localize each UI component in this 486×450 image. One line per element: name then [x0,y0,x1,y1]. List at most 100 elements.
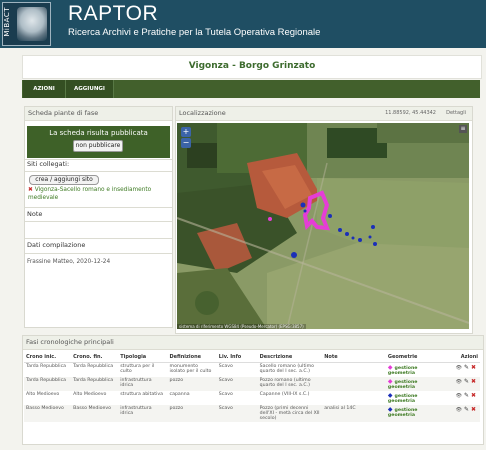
table-header-row: Crono inic. Crono. fin. Tipologia Defini… [24,351,480,363]
cell-note [322,377,386,391]
mibact-logo: MiBACT [2,2,51,46]
geometry-marker-icon: ◆ [387,392,393,399]
col-azioni: Azioni [446,351,480,363]
cell-liv-info: Scavo [216,405,258,422]
cell-descrizione: Capanne (VIII-IX s.C.) [259,392,310,397]
edit-icon[interactable]: ✎ [464,392,469,399]
geometry-marker-icon: ◆ [387,378,393,385]
app-title: RAPTOR [68,2,159,25]
cell-crono-ini: Alto Medioevo [26,392,60,397]
phases-table: Crono inic. Crono. fin. Tipologia Defini… [24,351,480,422]
map-view[interactable]: + − ≡ sistema di riferimento WGS84 (Pseu… [177,123,469,329]
col-crono-fin: Crono. fin. [71,351,119,363]
scheda-panel-title: Scheda piante di fase [25,107,172,121]
delete-icon[interactable]: ✖ [471,392,476,399]
geometry-marker-icon: ◆ [387,364,393,371]
azioni-menu[interactable]: AZIONI [23,80,66,98]
cell-descrizione: Pozzo (primi decenni dell'XI - metà circ… [257,405,323,422]
cell-definizione: pozzo [167,377,217,391]
view-icon[interactable]: 👁 [456,379,462,385]
cell-azioni: 👁 ✎ ✖ [446,377,480,391]
cell-tipologia: struttura per il culto [120,364,155,374]
cell-tipologia: struttura abitativa [120,392,163,397]
aerial-image [177,123,469,329]
emblem-icon [17,7,47,41]
phases-title: Fasi cronologiche principali [23,336,483,350]
zoom-out-button[interactable]: − [181,138,191,148]
cell-liv-info: Scavo [216,377,258,391]
cell-crono-ini: Tarda Repubblica [24,377,72,391]
delete-icon[interactable]: ✖ [471,406,476,413]
layer-menu-icon[interactable]: ≡ [459,125,467,133]
cell-note [322,363,386,378]
col-definizione: Definizione [167,351,217,363]
cell-note [322,391,386,405]
view-icon[interactable]: 👁 [456,407,462,413]
edit-icon[interactable]: ✎ [464,364,469,371]
divider [25,171,172,172]
cell-descrizione: Pozzo romano (ultimo quarto del I sec. a… [257,377,323,391]
map-details-link[interactable]: Dettagli [446,107,466,120]
unpublish-button[interactable]: non pubblicare [73,140,123,152]
published-text: La scheda risulta pubblicata [49,129,148,137]
cell-definizione: monumento isolato per il culto [169,364,212,374]
divider [25,207,172,208]
add-site-button[interactable]: crea / aggiungi sito [29,175,99,185]
col-liv-info: Liv. Info [216,351,258,363]
edit-icon[interactable]: ✎ [464,406,469,413]
cell-definizione: capanna [169,392,190,397]
cell-descrizione: Sacello romano (ultimo quarto del I sec.… [259,364,315,374]
divider [25,238,172,239]
zoom-in-button[interactable]: + [181,127,191,137]
cell-crono-fin: Basso Medioevo [71,405,119,422]
cell-definizione: pozzo [167,405,217,422]
cell-geometria: ◆ gestione geometria [385,405,447,422]
page-title-bar: Vigonza - Borgo Grinzato [22,55,482,79]
delete-icon[interactable]: ✖ [471,364,476,371]
linked-site-link[interactable]: Vigonza-Sacello romano e insediamento me… [28,187,151,201]
cell-geometria: ◆ gestione geometria [385,377,447,391]
cell-azioni: 👁 ✎ ✖ [447,391,480,405]
linked-sites-title: Siti collegati: [27,160,70,168]
table-row: Basso Medioevo Basso Medioevo infrastruttu… [24,405,480,422]
cell-crono-ini: Basso Medioevo [24,405,72,422]
map-title: Localizzazione [179,109,226,117]
cell-geometria: ◆ gestione geometria [386,391,447,405]
remove-link-icon[interactable]: ✖ [28,187,33,193]
cell-liv-info: Scavo [218,392,233,397]
view-icon[interactable]: 👁 [456,365,462,371]
col-geometrie: Geometrie [385,351,447,363]
cell-tipologia: infrastruttura idrica [118,405,168,422]
table-row: Tarda Repubblica Tarda Repubblica infrastr… [24,377,480,391]
delete-icon[interactable]: ✖ [471,378,476,385]
logo-text: MiBACT [3,7,11,37]
edit-icon[interactable]: ✎ [464,378,469,385]
col-descrizione: Descrizione [257,351,323,363]
cell-azioni: 👁 ✎ ✖ [446,405,480,422]
cell-crono-fin: Tarda Repubblica [71,377,119,391]
app-header: MiBACT RAPTOR Ricerca Archivi e Pratiche… [0,0,486,48]
table-row: Alto Medioevo Alto Medioevo struttura abit… [24,391,480,405]
action-nav: AZIONI AGGIUNGI [22,80,480,98]
aggiungi-menu[interactable]: AGGIUNGI [66,80,114,98]
map-panel-title: Localizzazione 11.88592, 45.44342 Dettag… [176,107,472,121]
compilation-value: Frassine Matteo, 2020-12-24 [27,259,111,265]
divider [25,221,172,222]
app-subtitle: Ricerca Archivi e Pratiche per la Tutela… [68,27,321,38]
divider [25,253,172,254]
view-icon[interactable]: 👁 [456,393,462,399]
linked-site-item: ✖ Vigonza-Sacello romano e insediamento … [28,186,168,202]
cell-tipologia: infrastruttura idrica [118,377,168,391]
cell-geometria: ◆ gestione geometria [386,363,447,378]
cell-crono-ini: Tarda Repubblica [26,364,67,369]
geometry-marker-icon: ◆ [387,406,393,413]
map-attribution: sistema di riferimento WGS84 (Pseudo-Mer… [177,324,306,329]
page-title: Vigonza - Borgo Grinzato [188,61,316,71]
cell-note: analisi al 14C [322,405,386,422]
notes-title: Note [27,210,43,218]
scheda-panel: Scheda piante di fase La scheda risulta … [24,106,173,328]
compilation-title: Dati compilazione [27,241,86,249]
col-tipologia: Tipologia [118,351,168,363]
table-row: Tarda Repubblica Tarda Repubblica struttur… [24,363,480,378]
map-coords: 11.88592, 45.44342 [385,110,436,116]
